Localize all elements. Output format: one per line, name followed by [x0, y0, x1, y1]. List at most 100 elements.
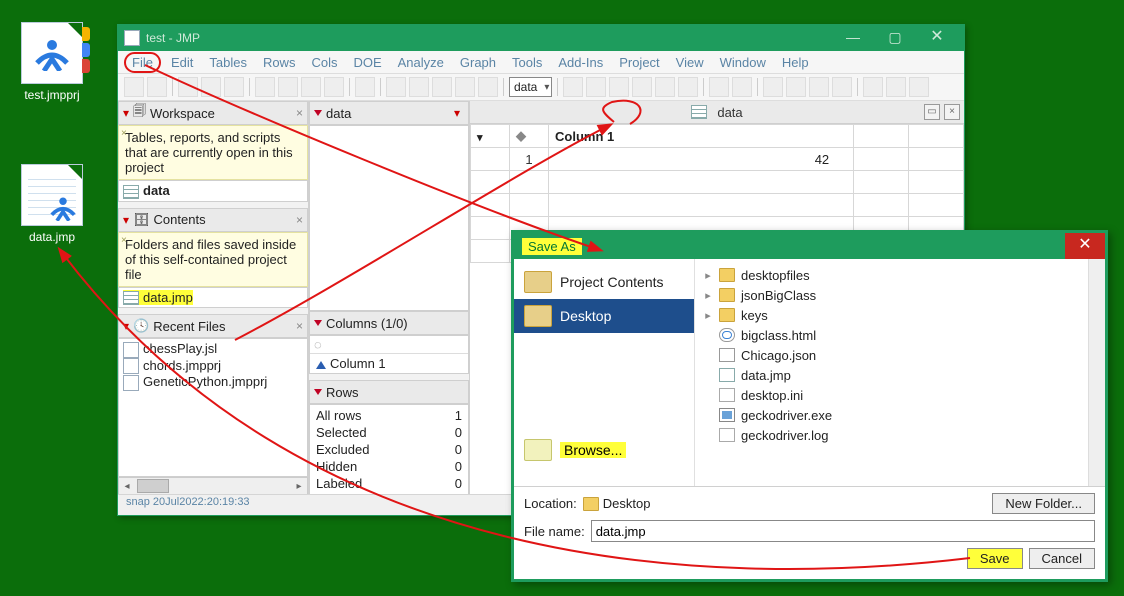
new-folder-button[interactable]: New Folder... [992, 493, 1095, 514]
recent-item[interactable]: GeneticPython.jmpprj [123, 374, 303, 391]
close-icon[interactable]: × [296, 213, 303, 227]
contents-item[interactable]: data.jmp [118, 287, 308, 309]
tool-button[interactable] [732, 77, 752, 97]
recent-item[interactable]: chessPlay.jsl [123, 341, 303, 358]
file-list[interactable]: ▸desktopfiles▸jsonBigClass▸keysbigclass.… [695, 259, 1088, 486]
file-item[interactable]: ▸keys [703, 305, 1080, 325]
tool-button[interactable] [147, 77, 167, 97]
file-item[interactable]: geckodriver.exe [703, 405, 1080, 425]
menu-project[interactable]: Project [613, 54, 665, 71]
tool-button[interactable] [478, 77, 498, 97]
file-item[interactable]: bigclass.html [703, 325, 1080, 345]
file-item[interactable]: geckodriver.log [703, 425, 1080, 445]
tool-button[interactable] [563, 77, 583, 97]
sheet-tab[interactable]: data ▭× [470, 101, 964, 124]
file-item[interactable]: ▸desktopfiles [703, 265, 1080, 285]
workspace-item[interactable]: data [118, 180, 308, 202]
menu-doe[interactable]: DOE [347, 54, 387, 71]
tool-button[interactable] [886, 77, 906, 97]
menu-help[interactable]: Help [776, 54, 815, 71]
menu-file[interactable]: File [124, 52, 161, 73]
tool-button[interactable] [255, 77, 275, 97]
place-project-contents[interactable]: Project Contents [514, 265, 694, 299]
menubar: File Edit Tables Rows Cols DOE Analyze G… [118, 51, 964, 73]
cell[interactable]: 42 [549, 148, 854, 171]
tool-button[interactable] [324, 77, 344, 97]
tool-button[interactable] [786, 77, 806, 97]
menu-addins[interactable]: Add-Ins [552, 54, 609, 71]
place-browse[interactable]: Browse... [514, 433, 694, 467]
maximize-button[interactable]: ▢ [874, 28, 916, 48]
column-filter[interactable]: ◌ [310, 336, 468, 354]
columns-header[interactable]: Columns (1/0) [309, 311, 469, 335]
tool-button[interactable] [386, 77, 406, 97]
tool-button[interactable] [832, 77, 852, 97]
cancel-button[interactable]: Cancel [1029, 548, 1095, 569]
menu-tools[interactable]: Tools [506, 54, 548, 71]
file-item[interactable]: Chicago.json [703, 345, 1080, 365]
close-icon[interactable]: × [296, 106, 303, 120]
table-selector[interactable]: data [509, 77, 552, 97]
recent-item[interactable]: chords.jmpprj [123, 358, 303, 375]
close-button[interactable]: × [944, 104, 960, 120]
menu-edit[interactable]: Edit [165, 54, 199, 71]
save-button[interactable]: Save [967, 548, 1023, 569]
tool-button[interactable] [409, 77, 429, 97]
file-item[interactable]: data.jmp [703, 365, 1080, 385]
tool-button[interactable] [432, 77, 452, 97]
tool-button[interactable] [609, 77, 629, 97]
titlebar[interactable]: test - JMP — ▢ ✕ [118, 25, 964, 51]
tool-button[interactable] [655, 77, 675, 97]
menu-analyze[interactable]: Analyze [392, 54, 450, 71]
recent-header[interactable]: ▾🕓Recent Files× [118, 314, 308, 338]
menu-tables[interactable]: Tables [203, 54, 253, 71]
tool-button[interactable] [278, 77, 298, 97]
scrollbar[interactable] [1088, 259, 1105, 486]
close-button[interactable]: ✕ [916, 28, 958, 48]
file-item[interactable]: ▸jsonBigClass [703, 285, 1080, 305]
minimize-button[interactable]: — [832, 28, 874, 48]
tool-button[interactable] [224, 77, 244, 97]
json-icon [719, 348, 735, 362]
filename-input[interactable] [591, 520, 1095, 542]
menu-cols[interactable]: Cols [305, 54, 343, 71]
mid-data-header[interactable]: data▾ [309, 101, 469, 125]
disclosure-icon[interactable] [314, 320, 322, 326]
tool-button[interactable] [909, 77, 929, 97]
menu-graph[interactable]: Graph [454, 54, 502, 71]
column-header[interactable]: Column 1 [549, 125, 854, 148]
column-item[interactable]: Column 1 [310, 354, 468, 373]
tool-button[interactable] [678, 77, 698, 97]
tool-button[interactable] [709, 77, 729, 97]
tool-button[interactable] [178, 77, 198, 97]
tool-button[interactable] [863, 77, 883, 97]
tool-button[interactable] [586, 77, 606, 97]
dialog-close-button[interactable]: ✕ [1065, 233, 1105, 259]
workspace-header[interactable]: ▾🗐Workspace× [118, 101, 308, 125]
desktop-icon-project[interactable]: test.jmpprj [12, 22, 92, 102]
scrollbar[interactable]: ◂▸ [118, 477, 308, 495]
menu-rows[interactable]: Rows [257, 54, 302, 71]
tool-button[interactable] [455, 77, 475, 97]
tool-button[interactable] [201, 77, 221, 97]
tool-button[interactable] [355, 77, 375, 97]
tool-button[interactable] [809, 77, 829, 97]
tool-button[interactable] [763, 77, 783, 97]
rows-stat: All rows1 [314, 407, 464, 424]
desktop-icon-data[interactable]: data.jmp [12, 164, 92, 244]
restore-button[interactable]: ▭ [924, 104, 940, 120]
rows-header[interactable]: Rows [309, 380, 469, 404]
tool-button[interactable] [632, 77, 652, 97]
disclosure-icon[interactable] [314, 110, 322, 116]
tool-button[interactable] [124, 77, 144, 97]
disclosure-icon[interactable] [314, 389, 322, 395]
place-desktop[interactable]: Desktop [514, 299, 694, 333]
contents-header[interactable]: ▾🗄Contents× [118, 208, 308, 232]
row-header[interactable]: 1 [510, 148, 549, 171]
menu-view[interactable]: View [670, 54, 710, 71]
close-icon[interactable]: × [296, 319, 303, 333]
file-item[interactable]: desktop.ini [703, 385, 1080, 405]
menu-window[interactable]: Window [714, 54, 772, 71]
tool-button[interactable] [301, 77, 321, 97]
dialog-titlebar[interactable]: Save As ✕ [514, 233, 1105, 259]
